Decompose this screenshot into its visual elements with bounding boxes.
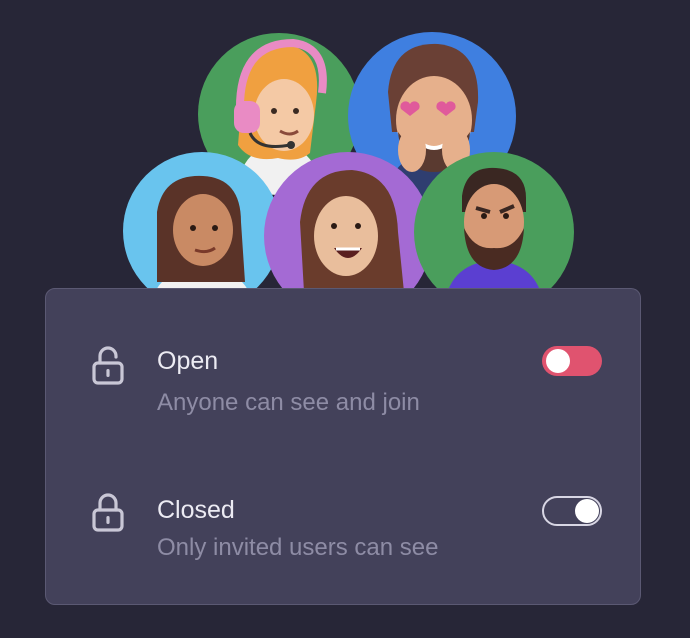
toggle-knob [575, 499, 599, 523]
option-description: Only invited users can see [157, 534, 439, 561]
avatar-group [0, 0, 690, 320]
lock-icon [92, 493, 124, 532]
option-title: Closed [157, 496, 235, 524]
option-description: Anyone can see and join [157, 389, 420, 416]
open-toggle[interactable] [542, 346, 602, 376]
option-title: Open [157, 347, 219, 375]
option-closed[interactable]: Closed Only invited users can see [46, 492, 640, 592]
avatar-smirk-woman [123, 152, 281, 310]
toggle-knob [546, 349, 570, 373]
closed-toggle[interactable] [542, 496, 602, 526]
option-open[interactable]: Open Anyone can see and join [46, 341, 640, 441]
unlock-icon [92, 346, 124, 385]
visibility-options-card: Open Anyone can see and join Closed Only… [45, 288, 641, 605]
